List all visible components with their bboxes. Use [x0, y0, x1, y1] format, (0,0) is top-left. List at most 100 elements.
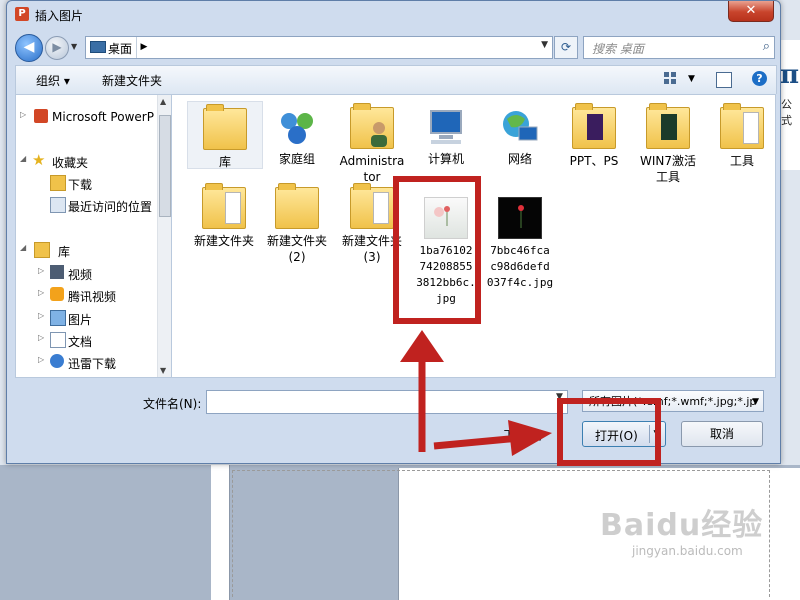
filetype-dropdown-icon[interactable]: ▼ — [752, 391, 759, 411]
equation-label: 公式 — [781, 98, 792, 127]
cancel-button[interactable]: 取消 — [681, 421, 763, 447]
file-item-ppt-ps[interactable]: PPT、PS — [557, 101, 631, 169]
thunder-icon — [50, 354, 64, 368]
file-item-administrator[interactable]: Administra tor — [335, 101, 409, 185]
nav-item-label: 下载 — [68, 178, 93, 192]
computer-icon — [425, 107, 467, 147]
close-button[interactable]: ✕ — [728, 1, 774, 22]
vertical-ruler — [211, 465, 230, 600]
scroll-down-icon[interactable]: ▼ — [160, 366, 166, 375]
view-dropdown-icon[interactable]: ▼ — [688, 74, 695, 84]
tools-button[interactable]: 工具(L) — [503, 426, 543, 443]
folder-icon — [350, 183, 394, 229]
file-label: 家庭组 — [278, 152, 315, 166]
user-folder-icon — [350, 103, 394, 149]
file-label: PPT、PS — [569, 154, 619, 168]
nav-item-label: 文档 — [68, 335, 93, 349]
scroll-up-icon[interactable]: ▲ — [160, 97, 166, 106]
nav-item-recent[interactable]: 最近访问的位置 — [16, 195, 156, 215]
refresh-button[interactable]: ⟳ — [554, 36, 578, 59]
recent-pages-dropdown[interactable]: ▼ — [71, 42, 77, 51]
expand-icon[interactable]: ▷ — [38, 333, 44, 342]
nav-item-downloads[interactable]: 下载 — [16, 173, 156, 193]
file-label: 网络 — [507, 152, 532, 166]
powerpoint-icon — [34, 109, 48, 123]
nav-item-libraries[interactable]: ◢ 库 — [16, 240, 156, 260]
address-dropdown-icon[interactable]: ▼ — [541, 40, 548, 50]
expand-icon[interactable]: ▷ — [20, 110, 26, 119]
search-input[interactable]: 搜索 桌面 ⌕ — [583, 36, 775, 59]
nav-scrollbar[interactable]: ▲ ▼ — [157, 95, 171, 377]
watermark-main: Baidu经验 — [600, 508, 764, 543]
nav-item-pictures[interactable]: ▷ 图片 — [16, 308, 156, 328]
new-folder-button[interactable]: 新建文件夹 — [102, 72, 162, 89]
file-item-homegroup[interactable]: 家庭组 — [260, 101, 334, 167]
help-icon[interactable]: ? — [752, 71, 767, 86]
nav-item-label: 图片 — [68, 313, 93, 327]
folder-icon — [572, 103, 616, 149]
breadcrumb-desktop[interactable]: 桌面 — [108, 40, 132, 57]
nav-item-label: 库 — [58, 245, 71, 259]
expand-icon[interactable]: ▷ — [38, 311, 44, 320]
expand-icon[interactable]: ▷ — [38, 288, 44, 297]
nav-item-tencent-video[interactable]: ▷ 腾讯视频 — [16, 285, 156, 305]
nav-item-thunder[interactable]: ▷ 迅雷下载 — [16, 352, 156, 372]
nav-item-label: 收藏夹 — [52, 156, 89, 170]
folder-icon — [275, 183, 319, 229]
video-icon — [50, 265, 64, 279]
title-bar[interactable]: P 插入图片 ✕ — [7, 1, 780, 29]
file-label: 计算机 — [427, 152, 464, 166]
network-icon — [499, 107, 541, 147]
nav-item-powerpoint[interactable]: ▷ Microsoft PowerP — [16, 107, 156, 127]
nav-item-favorites[interactable]: ◢ ★ 收藏夹 — [16, 151, 156, 171]
file-label: 新建文件夹 (2) — [266, 234, 327, 264]
file-label: 工具 — [729, 154, 754, 168]
star-icon: ★ — [32, 151, 46, 169]
navigation-pane: ▷ Microsoft PowerP ◢ ★ 收藏夹 下载 最近访问的位置 ◢ … — [15, 94, 172, 378]
preview-pane-icon[interactable] — [716, 72, 732, 88]
baidu-watermark: Baidu经验 jingyan.baidu.com — [600, 500, 790, 580]
open-button-highlight-box — [557, 398, 661, 466]
nav-item-videos[interactable]: ▷ 视频 — [16, 263, 156, 283]
recent-places-icon — [50, 197, 66, 213]
forward-button[interactable]: ▶ — [45, 36, 69, 60]
file-label: WIN7激活 工具 — [639, 154, 697, 184]
tencent-video-icon — [50, 287, 64, 301]
address-bar[interactable]: 桌面 ▶ ▼ — [85, 36, 553, 59]
watermark-sub: jingyan.baidu.com — [632, 544, 743, 558]
folder-icon — [646, 103, 690, 149]
file-item-win7-tools[interactable]: WIN7激活 工具 — [631, 101, 705, 185]
image-highlight-box — [393, 176, 481, 324]
scroll-thumb[interactable] — [159, 115, 171, 217]
folder-icon — [720, 103, 764, 149]
file-item-library[interactable]: 库 — [187, 101, 263, 169]
pictures-icon — [50, 310, 66, 326]
nav-item-label: 迅雷下载 — [68, 357, 117, 371]
collapse-icon[interactable]: ◢ — [20, 243, 26, 252]
organize-button[interactable]: 组织 ▾ — [36, 72, 70, 89]
file-item-image-2[interactable]: 7bbc46fca c98d6defd 037f4c.jpg — [483, 191, 557, 291]
expand-icon[interactable]: ▷ — [38, 355, 44, 364]
file-item-computer[interactable]: 计算机 — [409, 101, 483, 167]
nav-item-documents[interactable]: ▷ 文档 — [16, 330, 156, 350]
command-toolbar: 组织 ▾ 新建文件夹 ▼ ? — [15, 65, 777, 94]
file-label: 新建文件夹 — [193, 234, 254, 248]
library-icon — [34, 242, 50, 258]
file-item-network[interactable]: 网络 — [483, 101, 557, 167]
download-folder-icon — [50, 175, 66, 191]
expand-icon[interactable]: ▷ — [38, 266, 44, 275]
change-view-icon[interactable] — [664, 72, 678, 86]
breadcrumb-chevron-icon[interactable]: ▶ — [136, 37, 151, 58]
nav-item-label: 最近访问的位置 — [68, 200, 153, 214]
back-button[interactable]: ◀ — [15, 34, 43, 62]
file-item-tools[interactable]: 工具 — [705, 101, 775, 169]
image-file-icon — [498, 197, 542, 239]
homegroup-icon — [276, 107, 318, 147]
file-item-new-folder-2[interactable]: 新建文件夹 (2) — [260, 181, 334, 265]
file-item-new-folder[interactable]: 新建文件夹 — [187, 181, 261, 249]
filename-input[interactable] — [206, 390, 568, 414]
search-placeholder: 搜索 桌面 — [592, 42, 644, 56]
nav-item-label: Microsoft PowerP — [52, 110, 154, 124]
collapse-icon[interactable]: ◢ — [20, 154, 26, 163]
library-folder-icon — [203, 104, 247, 150]
